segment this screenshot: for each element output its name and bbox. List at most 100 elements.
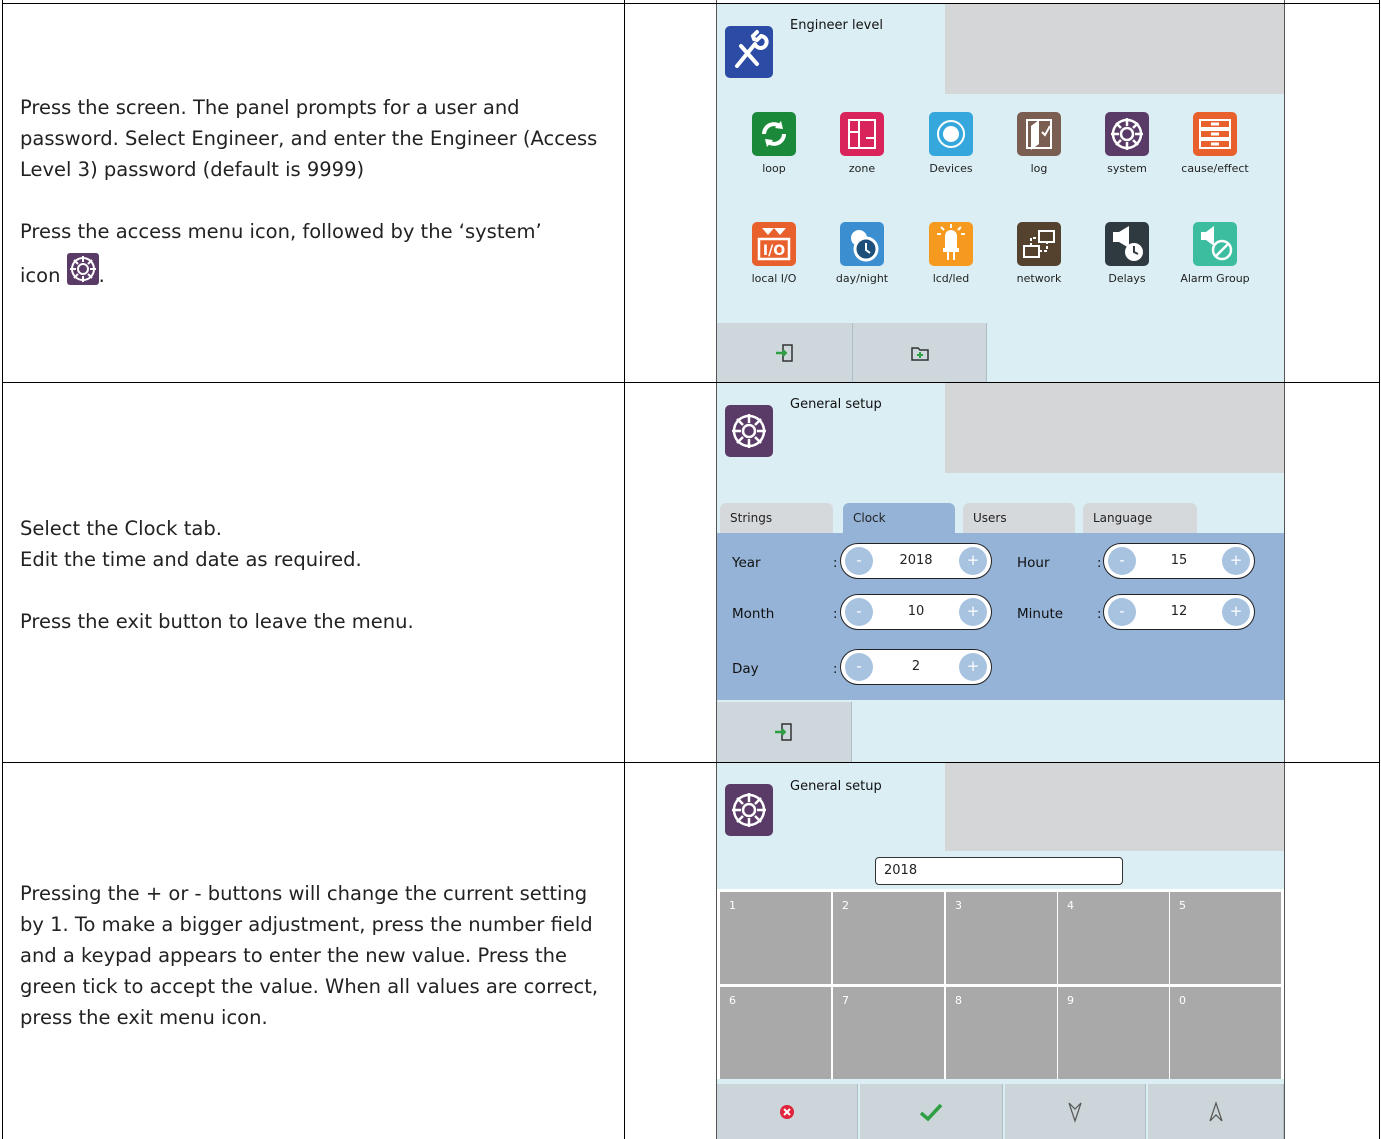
arrow-down-icon [1068, 1102, 1082, 1123]
local-io-label: local I/O [751, 272, 797, 285]
month-label: Month [732, 606, 775, 622]
alarm-group-label: Alarm Group [1180, 272, 1250, 285]
minute-label: Minute [1017, 606, 1064, 622]
key-0[interactable]: 0 [1170, 987, 1281, 1079]
tab-users[interactable]: Users [963, 503, 1075, 533]
year-increment-button[interactable]: + [959, 547, 987, 575]
month-increment-button[interactable]: + [959, 598, 987, 626]
devices-icon [929, 112, 973, 156]
hour-label: Hour [1017, 555, 1050, 571]
status-area [945, 383, 1284, 473]
cancel-icon [780, 1104, 794, 1119]
year-colon: : [833, 556, 838, 571]
engineer-level-screen: Engineer level loop zone Devices log sys… [717, 4, 1284, 382]
screen-title: General setup [790, 779, 882, 794]
day-increment-button[interactable]: + [959, 653, 987, 681]
exit-button[interactable] [717, 323, 853, 382]
year-label: Year [732, 555, 761, 571]
step1-icon-word: icon [20, 264, 61, 287]
cause-effect-icon [1193, 112, 1237, 156]
key-2[interactable]: 2 [833, 892, 944, 984]
svg-text:I/O: I/O [763, 243, 785, 259]
local-io-button[interactable]: I/O local I/O [731, 222, 817, 285]
key-5[interactable]: 5 [1170, 892, 1281, 984]
general-setup-keypad-screen: General setup 2018 1 2 3 4 5 6 7 8 9 0 [717, 763, 1284, 1139]
network-icon [1017, 222, 1061, 266]
day-decrement-button[interactable]: - [845, 653, 873, 681]
delays-button[interactable]: Delays [1084, 222, 1170, 285]
day-value[interactable]: 2 [873, 650, 959, 684]
network-button[interactable]: network [996, 222, 1082, 285]
month-stepper: - 10 + [840, 594, 992, 630]
step1-paragraph1: Press the screen. The panel prompts for … [20, 96, 598, 181]
lcd-led-label: lcd/led [932, 272, 970, 285]
key-1[interactable]: 1 [720, 892, 831, 984]
lcd-led-icon [929, 222, 973, 266]
zone-icon [840, 112, 884, 156]
key-8[interactable]: 8 [946, 987, 1057, 1079]
step2-line1: Select the Clock tab. [20, 517, 222, 540]
key-6[interactable]: 6 [720, 987, 831, 1079]
engineer-tools-icon[interactable] [725, 26, 773, 78]
cause-effect-button[interactable]: cause/effect [1172, 112, 1258, 175]
key-3[interactable]: 3 [946, 892, 1057, 984]
system-button[interactable]: system [1084, 112, 1170, 175]
step1-period: . [98, 264, 105, 287]
previous-button[interactable] [1148, 1084, 1284, 1139]
key-7[interactable]: 7 [833, 987, 944, 1079]
hour-decrement-button[interactable]: - [1108, 547, 1136, 575]
day-stepper: - 2 + [840, 649, 992, 685]
step2-line3: Press the exit button to leave the menu. [20, 610, 414, 633]
keypad: 1 2 3 4 5 6 7 8 9 0 [717, 889, 1284, 1079]
day-night-icon [840, 222, 884, 266]
zone-button[interactable]: zone [819, 112, 905, 175]
key-9[interactable]: 9 [1058, 987, 1169, 1079]
table-border-col1 [624, 0, 625, 1139]
loop-button[interactable]: loop [731, 112, 817, 175]
step1-text: Press the screen. The panel prompts for … [20, 92, 605, 291]
step3-paragraph: Pressing the + or - buttons will change … [20, 882, 599, 1029]
checkmark-icon [919, 1103, 943, 1121]
arrow-up-icon [1208, 1100, 1223, 1121]
alarm-group-button[interactable]: Alarm Group [1172, 222, 1258, 285]
month-decrement-button[interactable]: - [845, 598, 873, 626]
hour-colon: : [1097, 556, 1102, 571]
next-button[interactable] [1005, 1084, 1146, 1139]
system-icon [1105, 112, 1149, 156]
step2-text: Select the Clock tab. Edit the time and … [20, 513, 605, 637]
year-decrement-button[interactable]: - [845, 547, 873, 575]
month-colon: : [833, 607, 838, 622]
general-setup-clock-screen: General setup Strings Clock Users Langua… [717, 383, 1284, 762]
value-input[interactable]: 2018 [875, 857, 1123, 885]
minute-decrement-button[interactable]: - [1108, 598, 1136, 626]
devices-button[interactable]: Devices [908, 112, 994, 175]
tab-clock[interactable]: Clock [843, 503, 955, 533]
alarm-group-icon [1193, 222, 1237, 266]
day-night-button[interactable]: day/night [819, 222, 905, 285]
tab-language[interactable]: Language [1083, 503, 1197, 533]
minute-increment-button[interactable]: + [1222, 598, 1250, 626]
lcd-led-button[interactable]: lcd/led [908, 222, 994, 285]
network-label: network [1016, 272, 1062, 285]
minute-value[interactable]: 12 [1136, 595, 1222, 629]
clock-settings: Year : - 2018 + Month : - 10 + Day : - 2… [717, 533, 1284, 700]
minute-stepper: - 12 + [1103, 594, 1255, 630]
hour-value[interactable]: 15 [1136, 544, 1222, 578]
log-icon [1017, 112, 1061, 156]
accept-button[interactable] [860, 1084, 1003, 1139]
exit-button[interactable] [717, 702, 852, 762]
tab-strings[interactable]: Strings [720, 503, 833, 533]
table-border-panel-right [1284, 0, 1285, 1139]
year-stepper: - 2018 + [840, 543, 992, 579]
system-icon [725, 405, 773, 457]
cancel-button[interactable] [717, 1084, 858, 1139]
local-io-icon: I/O [752, 222, 796, 266]
hour-increment-button[interactable]: + [1222, 547, 1250, 575]
log-button[interactable]: log [996, 112, 1082, 175]
add-folder-button[interactable] [853, 323, 987, 382]
minute-colon: : [1097, 607, 1102, 622]
year-value[interactable]: 2018 [873, 544, 959, 578]
folder-add-icon [910, 346, 929, 361]
month-value[interactable]: 10 [873, 595, 959, 629]
key-4[interactable]: 4 [1058, 892, 1169, 984]
